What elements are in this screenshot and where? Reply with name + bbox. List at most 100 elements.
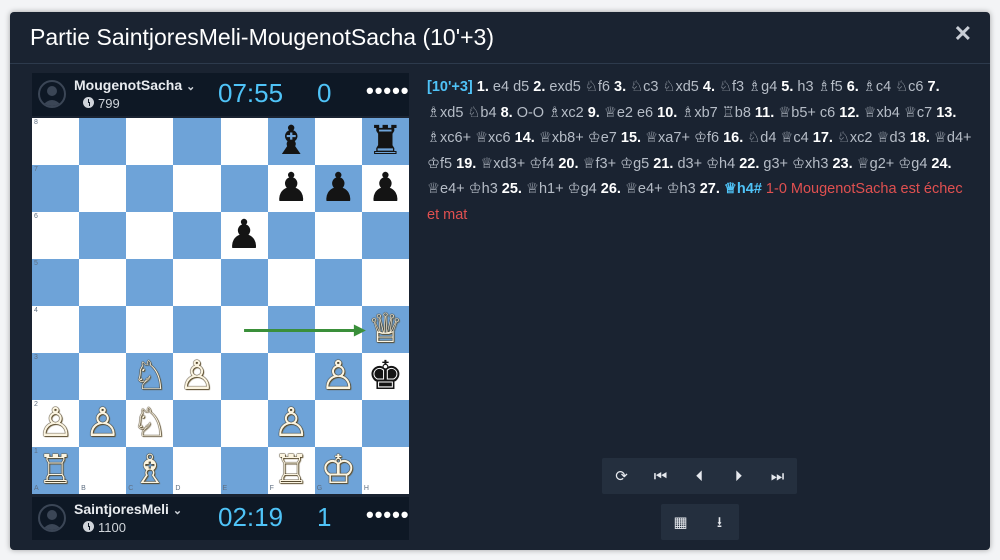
player-name[interactable]: MougenotSacha ⌄ xyxy=(74,77,195,93)
piece-f8[interactable]: ♝ xyxy=(268,118,315,165)
move-white[interactable]: ♗xb7 xyxy=(681,105,721,121)
last-move-icon[interactable]: ⏭ xyxy=(758,458,797,494)
move-black[interactable]: ♘c6 xyxy=(895,79,927,95)
square-h6[interactable] xyxy=(361,212,409,259)
move-black[interactable]: d5 xyxy=(513,79,533,95)
piece-h7[interactable]: ♟ xyxy=(362,165,409,212)
move-white[interactable]: O-O xyxy=(517,105,548,121)
move-white[interactable]: ♕e4+ xyxy=(625,181,667,197)
square-a6[interactable] xyxy=(32,212,80,259)
piece-h8[interactable]: ♜ xyxy=(362,118,409,165)
move-black[interactable]: ♔g5 xyxy=(620,156,653,172)
move-black[interactable]: ♕c4 xyxy=(780,130,812,146)
square-d7[interactable] xyxy=(173,165,221,212)
move-white[interactable]: ♕xb4 xyxy=(863,105,903,121)
piece-g7[interactable]: ♟ xyxy=(315,165,362,212)
piece-d3[interactable]: ♙ xyxy=(173,353,220,400)
chevron-down-icon[interactable]: ⌄ xyxy=(173,505,182,517)
piece-f7[interactable]: ♟ xyxy=(268,165,315,212)
square-a4[interactable] xyxy=(32,306,80,353)
move-white[interactable]: h3 xyxy=(797,79,817,95)
square-e4[interactable] xyxy=(220,306,268,353)
square-g2[interactable] xyxy=(314,400,362,447)
move-white[interactable]: ♕d4+ xyxy=(934,130,972,146)
move-white[interactable]: ♗xc6+ xyxy=(427,130,475,146)
move-black[interactable]: ♔f4 xyxy=(529,156,558,172)
piece-f2[interactable]: ♙ xyxy=(268,400,315,447)
move-black[interactable]: ♖b8 xyxy=(722,105,755,121)
move-black[interactable]: ♗f5 xyxy=(818,79,847,95)
square-g6[interactable] xyxy=(314,212,362,259)
move-white[interactable]: ♘xc2 xyxy=(837,130,877,146)
piece-c2[interactable]: ♘ xyxy=(126,400,173,447)
square-a8[interactable] xyxy=(32,118,80,165)
piece-f1[interactable]: ♖ xyxy=(268,447,315,494)
move-black[interactable]: ♕d3 xyxy=(877,130,910,146)
piece-c3[interactable]: ♘ xyxy=(126,353,173,400)
move-black[interactable]: ♔xh3 xyxy=(792,156,832,172)
square-e8[interactable] xyxy=(220,118,268,165)
square-g8[interactable] xyxy=(314,118,362,165)
piece-g1[interactable]: ♔ xyxy=(315,447,362,494)
square-a7[interactable] xyxy=(32,165,80,212)
engine-icon[interactable]: ▦ xyxy=(661,504,700,540)
move-black[interactable]: ♔h3 xyxy=(667,181,700,197)
move-black[interactable]: ♔f5 xyxy=(427,156,456,172)
move-black[interactable]: ♕c7 xyxy=(904,105,936,121)
move-white[interactable]: d3+ xyxy=(677,156,706,172)
player-name[interactable]: SaintjoresMeli ⌄ xyxy=(74,501,182,517)
move-black[interactable]: ♔h4 xyxy=(706,156,739,172)
move-white[interactable]: ♕f3+ xyxy=(583,156,621,172)
move-white[interactable]: ♕xd3+ xyxy=(480,156,529,172)
move-black[interactable]: e6 xyxy=(637,105,657,121)
square-b5[interactable] xyxy=(79,259,127,306)
piece-c1[interactable]: ♗ xyxy=(126,447,173,494)
square-d8[interactable] xyxy=(173,118,221,165)
move-white[interactable]: ♕e4+ xyxy=(427,181,469,197)
move-white[interactable]: ♕h4# xyxy=(724,181,766,197)
piece-g3[interactable]: ♙ xyxy=(315,353,362,400)
move-white[interactable]: ♘f3 xyxy=(719,79,748,95)
square-f4[interactable] xyxy=(267,306,315,353)
move-white[interactable]: ♘c3 xyxy=(630,79,662,95)
move-white[interactable]: ♕e2 xyxy=(604,105,637,121)
square-e3[interactable] xyxy=(220,353,268,400)
square-g5[interactable] xyxy=(314,259,362,306)
move-black[interactable]: ♘b4 xyxy=(467,105,500,121)
move-white[interactable]: g3+ xyxy=(763,156,792,172)
piece-a2[interactable]: ♙ xyxy=(32,400,79,447)
piece-b2[interactable]: ♙ xyxy=(79,400,126,447)
square-b8[interactable] xyxy=(79,118,127,165)
piece-h4[interactable]: ♕ xyxy=(362,306,409,353)
move-white[interactable]: ♗c4 xyxy=(863,79,895,95)
next-move-icon[interactable]: ⏵ xyxy=(719,458,758,494)
square-a3[interactable] xyxy=(32,353,80,400)
move-black[interactable]: ♗xc2 xyxy=(548,105,588,121)
move-white[interactable]: ♗xd5 xyxy=(427,105,467,121)
move-black[interactable]: ♔g4 xyxy=(898,156,931,172)
square-a5[interactable] xyxy=(32,259,80,306)
piece-e6[interactable]: ♟ xyxy=(221,212,268,259)
move-black[interactable]: ♕xc6 xyxy=(475,130,515,146)
move-black[interactable]: ♔e7 xyxy=(588,130,621,146)
flip-board-icon[interactable]: ⟳ xyxy=(602,458,641,494)
square-c5[interactable] xyxy=(126,259,174,306)
move-black[interactable]: c6 xyxy=(820,105,839,121)
move-white[interactable]: ♕g2+ xyxy=(857,156,899,172)
move-black[interactable]: ♘xd5 xyxy=(662,79,702,95)
square-f6[interactable] xyxy=(267,212,315,259)
square-c8[interactable] xyxy=(126,118,174,165)
square-h2[interactable] xyxy=(361,400,409,447)
square-b1[interactable] xyxy=(79,447,127,494)
more-menu-icon[interactable]: ••••• xyxy=(366,502,410,528)
square-d5[interactable] xyxy=(173,259,221,306)
first-move-icon[interactable]: ⏮ xyxy=(641,458,680,494)
square-b6[interactable] xyxy=(79,212,127,259)
previous-move-icon[interactable]: ⏴ xyxy=(680,458,719,494)
square-c7[interactable] xyxy=(126,165,174,212)
square-h5[interactable] xyxy=(361,259,409,306)
square-e7[interactable] xyxy=(220,165,268,212)
move-white[interactable]: ♕xa7+ xyxy=(645,130,694,146)
move-black[interactable]: ♗g4 xyxy=(748,79,781,95)
piece-h3[interactable]: ♚ xyxy=(362,353,409,400)
